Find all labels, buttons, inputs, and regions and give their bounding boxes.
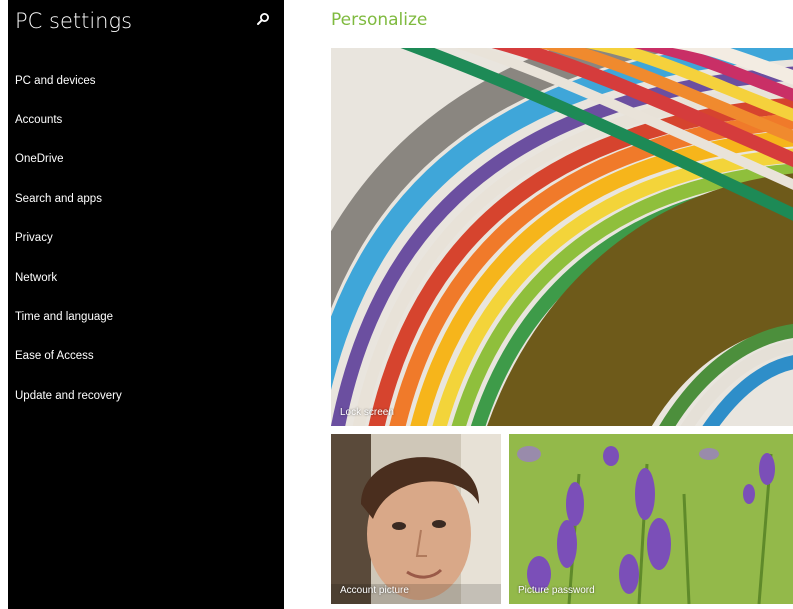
nav-item-label: Accounts — [15, 114, 63, 127]
nav-item-search-and-apps[interactable]: Search and apps — [8, 179, 284, 218]
page-title: PC settings — [15, 9, 133, 33]
lock-screen-image — [331, 48, 793, 426]
nav-item-time-and-language[interactable]: Time and language — [8, 297, 284, 336]
account-picture-image — [331, 434, 501, 604]
nav-item-label: Time and language — [15, 311, 114, 324]
nav-item-label: Search and apps — [15, 192, 102, 205]
picture-password-tile[interactable]: Picture password — [509, 434, 793, 604]
nav-item-label: Ease of Access — [15, 350, 94, 363]
section-title: Personalize — [331, 10, 428, 30]
nav-item-ease-of-access[interactable]: Ease of Access — [8, 337, 284, 376]
picture-password-image — [509, 434, 793, 604]
tile-label: Lock screen — [340, 407, 394, 418]
nav-item-label: OneDrive — [15, 153, 64, 166]
tile-label: Account picture — [340, 585, 409, 596]
nav-item-label: PC and devices — [15, 74, 96, 87]
nav-item-label: Update and recovery — [15, 389, 122, 402]
search-icon — [256, 12, 270, 31]
sidebar: PC settings PC and devices Accounts OneD… — [8, 0, 284, 609]
tile-label: Picture password — [518, 585, 595, 596]
nav-item-network[interactable]: Network — [8, 258, 284, 297]
nav-item-pc-and-devices[interactable]: PC and devices — [8, 61, 284, 100]
nav-item-onedrive[interactable]: OneDrive — [8, 140, 284, 179]
nav-item-update-and-recovery[interactable]: Update and recovery — [8, 376, 284, 415]
account-picture-tile[interactable]: Account picture — [331, 434, 501, 604]
nav-item-label: Privacy — [15, 232, 53, 245]
search-button[interactable] — [252, 10, 274, 32]
lock-screen-tile[interactable]: Lock screen — [331, 48, 793, 426]
nav-item-label: Network — [15, 271, 58, 284]
settings-nav: PC and devices Accounts OneDrive Search … — [8, 61, 284, 416]
nav-item-privacy[interactable]: Privacy — [8, 219, 284, 258]
nav-item-accounts[interactable]: Accounts — [8, 100, 284, 139]
